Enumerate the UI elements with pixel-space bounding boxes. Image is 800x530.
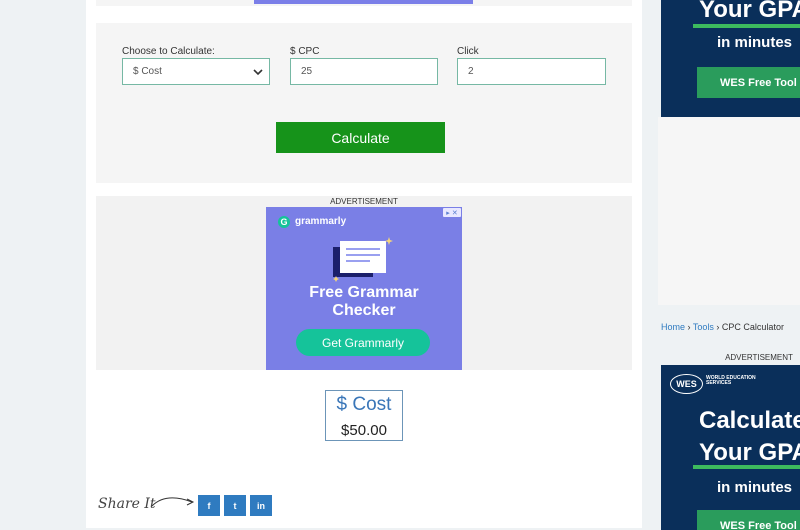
wes-ad-subline: in minutes [717, 479, 793, 496]
headline-underline [693, 465, 800, 469]
wes-ad-headline-1: Calculate [699, 407, 800, 434]
wes-free-tool-button[interactable]: WES Free Tool [697, 67, 800, 98]
wes-ad-bottom[interactable]: WES WORLD EDUCATION SERVICES Calculate Y… [661, 365, 800, 530]
cpc-input[interactable]: 25 [290, 58, 438, 85]
facebook-share-button[interactable]: f [198, 495, 220, 516]
result-box: $ Cost $50.00 [325, 390, 403, 441]
twitter-share-button[interactable]: t [224, 495, 246, 516]
calculate-button[interactable]: Calculate [276, 122, 445, 153]
headline-line-1: Free Grammar [309, 284, 419, 301]
breadcrumb-separator: › [687, 322, 691, 332]
result-value: $50.00 [341, 422, 387, 439]
grammarly-headline: Free Grammar Checker [266, 284, 462, 320]
wes-free-tool-button[interactable]: WES Free Tool [697, 510, 800, 530]
grammarly-ad[interactable]: ▸ ✕ G grammarly Free Grammar Checker Get… [266, 207, 462, 370]
linkedin-share-button[interactable]: in [250, 495, 272, 516]
wes-logo-icon: WES [670, 374, 703, 394]
click-value: 2 [468, 66, 474, 77]
grammarly-brand: grammarly [295, 216, 347, 227]
wes-org-name: WORLD EDUCATION SERVICES [706, 375, 756, 386]
select-value: $ Cost [133, 66, 162, 77]
result-title: $ Cost [336, 394, 392, 415]
breadcrumb-home[interactable]: Home [661, 322, 685, 332]
headline-underline [693, 24, 800, 28]
document-illustration-icon [333, 237, 393, 282]
breadcrumb-separator: › [716, 322, 720, 332]
headline-line-2: Checker [332, 302, 396, 319]
breadcrumb: Home › Tools › CPC Calculator [661, 322, 784, 332]
ad-info-icon: ▸ [446, 209, 450, 217]
ad-choices-badge[interactable]: ▸ ✕ [443, 208, 461, 217]
wes-ad-headline: Your GPA [699, 0, 800, 23]
chevron-down-icon [253, 68, 263, 75]
wes-ad-top[interactable]: Your GPA in minutes WES Free Tool [661, 0, 800, 117]
curved-arrow-icon [151, 497, 195, 507]
calculator-panel: Choose to Calculate: $ Cost $ CPC 25 Cli… [96, 23, 632, 183]
calculate-type-select[interactable]: $ Cost [122, 58, 270, 85]
advertisement-panel: ADVERTISEMENT ▸ ✕ G grammarly Free Gramm… [96, 196, 632, 370]
cpc-value: 25 [301, 66, 313, 77]
grammarly-logo-icon: G [278, 216, 290, 228]
wes-ad-subline: in minutes [717, 34, 793, 51]
top-tab-bar [254, 0, 473, 4]
sidebar-advertisement-label: ADVERTISEMENT [725, 353, 793, 362]
click-input[interactable]: 2 [457, 58, 606, 85]
select-label: Choose to Calculate: [122, 46, 215, 57]
share-label: Share It [98, 496, 156, 512]
breadcrumb-tools[interactable]: Tools [693, 322, 714, 332]
sidebar-blank-area [658, 117, 800, 305]
cpc-label: $ CPC [290, 46, 320, 57]
breadcrumb-current: CPC Calculator [721, 322, 784, 332]
ad-close-icon: ✕ [451, 209, 458, 217]
get-grammarly-button[interactable]: Get Grammarly [296, 329, 430, 356]
wes-ad-headline-2: Your GPA [699, 439, 800, 466]
advertisement-label: ADVERTISEMENT [330, 197, 398, 206]
click-label: Click [457, 46, 479, 57]
